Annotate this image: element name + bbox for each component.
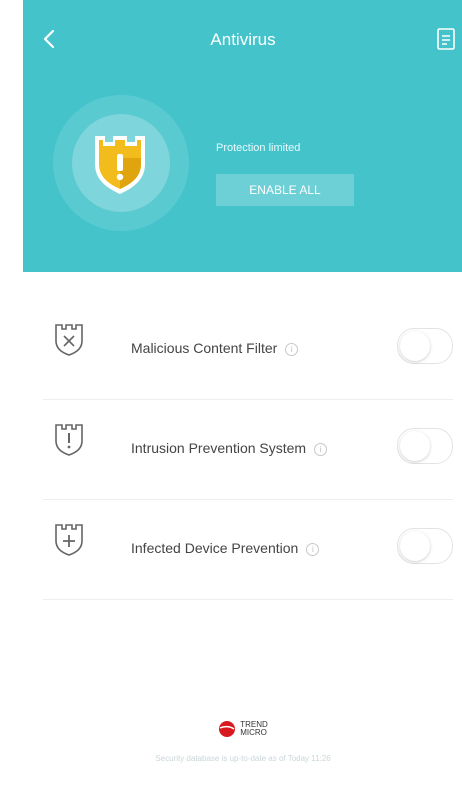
trend-micro-ball-icon bbox=[219, 721, 236, 737]
infected-device-prevention-toggle[interactable] bbox=[397, 528, 453, 564]
protection-status: Protection limited bbox=[216, 142, 301, 154]
list-item-infected-device-prevention: Infected Device Prevention i bbox=[43, 500, 453, 600]
malicious-content-filter-toggle[interactable] bbox=[397, 328, 453, 364]
logo-text-line2: MICRO bbox=[240, 728, 267, 737]
antivirus-header: Antivirus Protection limited ENABLE ALL bbox=[23, 0, 462, 272]
list-item-malicious-content-filter: Malicious Content Filter i bbox=[43, 300, 453, 400]
feature-label: Infected Device Prevention i bbox=[131, 540, 320, 556]
intrusion-prevention-toggle[interactable] bbox=[397, 428, 453, 464]
page-title: Antivirus bbox=[210, 30, 276, 49]
feature-label: Intrusion Prevention System i bbox=[131, 440, 328, 456]
document-icon bbox=[437, 28, 455, 50]
trend-micro-logo: TREND MICRO bbox=[23, 720, 462, 743]
list-item-intrusion-prevention: Intrusion Prevention System i bbox=[43, 400, 453, 500]
document-button[interactable] bbox=[435, 26, 459, 52]
antivirus-screen: Antivirus Protection limited ENABLE ALL … bbox=[23, 0, 462, 794]
info-icon[interactable]: i bbox=[285, 343, 299, 356]
shield-exclamation-icon bbox=[55, 424, 83, 456]
enable-all-button[interactable]: ENABLE ALL bbox=[216, 174, 354, 206]
info-icon[interactable]: i bbox=[314, 443, 328, 456]
database-status: Security database is up-to-date as of To… bbox=[155, 754, 331, 763]
shield-plus-icon bbox=[55, 524, 83, 556]
info-icon[interactable]: i bbox=[306, 543, 320, 556]
shield-x-icon bbox=[55, 324, 83, 356]
feature-label: Malicious Content Filter i bbox=[131, 340, 299, 356]
feature-list: Malicious Content Filter i Intrusion Prev… bbox=[43, 300, 453, 600]
shield-warning-icon bbox=[95, 136, 145, 194]
